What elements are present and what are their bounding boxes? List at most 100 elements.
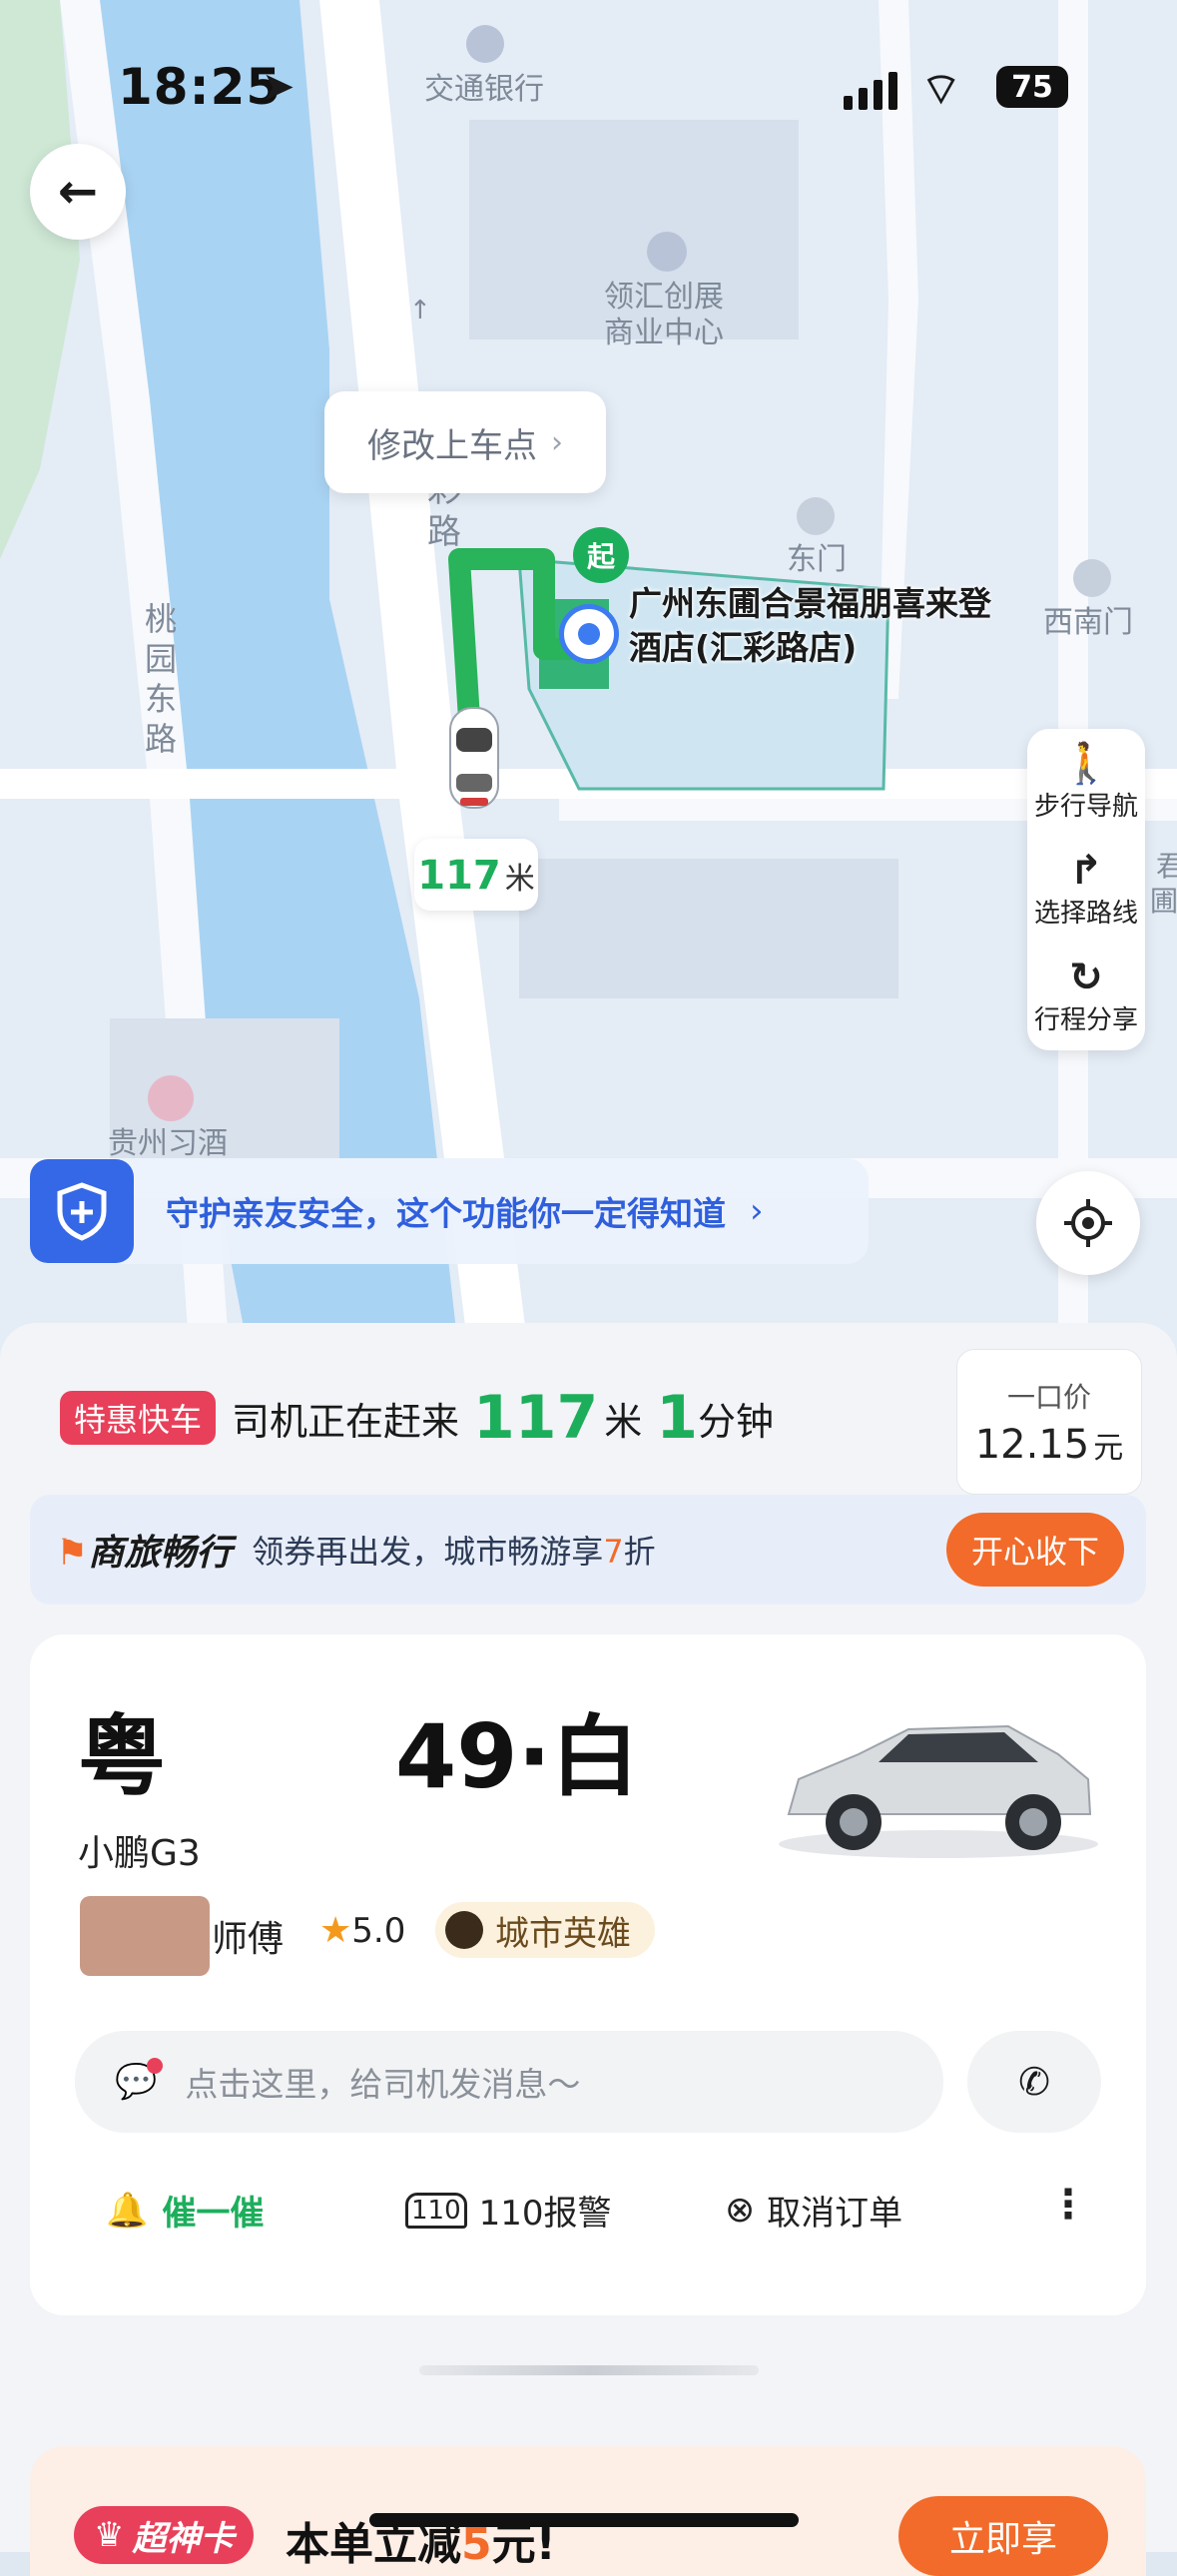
promo-text-before: 领券再出发，城市畅游享 <box>252 1533 604 1571</box>
bottom-promo-banner[interactable]: ♛ 超神卡 本单立减5元! 立即享 <box>30 2446 1146 2576</box>
cancel-icon: ⊗ <box>725 2190 756 2231</box>
driver-tag: 城市英雄 <box>435 1902 655 1958</box>
hotel-name-line1: 广州东圃合景福朋喜来登 <box>629 584 991 623</box>
gate-icon <box>797 497 835 535</box>
urge-label: 催一催 <box>162 2194 265 2234</box>
route-icon: ↱ <box>1069 848 1103 894</box>
price-unit: 元 <box>1093 1431 1124 1466</box>
promo-brand-icon: ⚑ <box>56 1533 89 1574</box>
wifi-icon: ⌔ <box>920 64 962 115</box>
hotel-label: 广州东圃合景福朋喜来登 酒店(汇彩路店) <box>629 582 991 670</box>
edge-label: 君 <box>1156 850 1177 883</box>
order-status-row: 特惠快车 司机正在赶来 117 米 1 分钟 <box>60 1383 774 1453</box>
cancel-label: 取消订单 <box>767 2194 903 2234</box>
promo-brand-text: 商旅畅行 <box>88 1533 233 1574</box>
plate-prefix: 粤 <box>78 1705 167 1808</box>
arrow-left-icon: ← <box>57 164 99 220</box>
share-icon: ↻ <box>1069 955 1103 1000</box>
map-poi-label: 领汇创展 <box>604 280 724 315</box>
eta-minutes-unit: 分钟 <box>698 1399 775 1444</box>
chevron-right-icon: › <box>750 1191 764 1231</box>
chevron-right-icon: › <box>551 424 563 460</box>
signal-icon <box>844 72 897 110</box>
promo-banner[interactable]: ⚑商旅畅行 领券再出发，城市畅游享7折 开心收下 <box>30 1495 1146 1605</box>
price-value: 12.15 <box>974 1422 1090 1468</box>
police-icon: 110 <box>405 2192 467 2229</box>
bell-icon: 🔔 <box>106 2190 149 2231</box>
plate-redacted <box>166 1706 395 1794</box>
locate-me-button[interactable] <box>1036 1171 1140 1275</box>
map-poi-label: 交通银行 <box>424 72 544 107</box>
crown-icon: ♛ <box>94 2515 125 2555</box>
order-sheet: 特惠快车 司机正在赶来 117 米 1 分钟 一口价 12.15 元 ⚑商旅畅行 … <box>0 1323 1177 2576</box>
police-label: 110报警 <box>478 2194 612 2234</box>
arrow-up-icon: ↑ <box>409 296 431 325</box>
hotel-name-line2: 酒店(汇彩路店) <box>629 628 858 667</box>
accept-coupon-button[interactable]: 开心收下 <box>946 1513 1124 1587</box>
gate-icon <box>1073 559 1111 597</box>
driver-tag-text: 城市英雄 <box>495 1913 631 1954</box>
shield-icon <box>30 1159 134 1263</box>
urge-button[interactable]: 🔔 催一催 <box>106 2186 264 2235</box>
battery-icon: 75 <box>996 66 1068 108</box>
share-trip-label: 行程分享 <box>1033 1005 1138 1035</box>
call-police-button[interactable]: 110 110报警 <box>405 2186 612 2235</box>
driver-car-icon <box>449 707 499 809</box>
license-plate: 粤 49·白 <box>78 1686 639 1813</box>
location-arrow-icon: ➤ <box>262 64 295 110</box>
edit-pickup-label: 修改上车点 <box>367 425 537 466</box>
more-vertical-icon: ⋮ <box>1048 2182 1088 2228</box>
promo-text: 领券再出发，城市畅游享7折 <box>252 1527 655 1573</box>
super-card-badge: ♛ 超神卡 <box>74 2506 255 2564</box>
edit-pickup-button[interactable]: 修改上车点 › <box>324 391 606 493</box>
edge-label: 圃 <box>1150 885 1177 918</box>
target-icon <box>1064 1199 1112 1247</box>
status-time: 18:25 <box>118 58 283 116</box>
safety-banner[interactable]: 守护亲友安全，这个功能你一定得知道 › <box>30 1158 869 1264</box>
chat-icon: 💬 <box>115 2058 164 2102</box>
start-marker: 起 <box>573 527 629 583</box>
car-model: 小鹏G3 <box>78 1833 201 1874</box>
star-icon: ★ <box>319 1910 352 1951</box>
shop-icon <box>148 1075 194 1121</box>
promo-text-after: 折 <box>623 1533 656 1571</box>
map-view[interactable]: 交通银行 领汇创展 商业中心 ↑ 彩路 桃园东路 东门 西南门 贵州习酒 君 圃… <box>0 0 1177 1358</box>
promo-brand: ⚑商旅畅行 <box>56 1524 232 1576</box>
enjoy-now-button[interactable]: 立即享 <box>898 2496 1108 2576</box>
distance-unit: 米 <box>504 862 535 897</box>
promo-discount: 7 <box>603 1533 624 1571</box>
ride-type-badge: 特惠快车 <box>60 1391 217 1445</box>
choose-route-button[interactable]: ↱ 选择路线 <box>1027 836 1145 943</box>
hero-badge-icon <box>445 1911 483 1949</box>
driver-avatar[interactable] <box>80 1896 210 1976</box>
mall-icon <box>647 232 687 272</box>
plate-suffix: 49·白 <box>395 1705 639 1808</box>
gate-label: 西南门 <box>1043 605 1133 640</box>
walk-navigation-button[interactable]: 🚶 步行导航 <box>1027 729 1145 836</box>
loading-indicator <box>419 2365 759 2375</box>
phone-icon: ✆ <box>1018 2060 1050 2104</box>
cancel-order-button[interactable]: ⊗ 取消订单 <box>725 2186 902 2235</box>
more-options-button[interactable]: ⋮ <box>1048 2182 1088 2228</box>
home-indicator <box>369 2513 799 2527</box>
price-box[interactable]: 一口价 12.15 元 <box>956 1349 1142 1495</box>
driver-rating: ★ 5.0 <box>319 1910 405 1951</box>
gate-label: 东门 <box>787 542 847 577</box>
super-card-label: 超神卡 <box>132 2518 235 2559</box>
eta-distance: 117 <box>473 1383 599 1453</box>
back-button[interactable]: ← <box>30 144 126 240</box>
walk-icon: 🚶 <box>1061 741 1111 787</box>
eta-minutes: 1 <box>656 1383 699 1453</box>
user-location-icon <box>559 604 619 664</box>
map-poi-label: 商业中心 <box>604 316 724 350</box>
call-driver-button[interactable]: ✆ <box>967 2031 1101 2133</box>
message-driver-input[interactable]: 💬 点击这里，给司机发消息～ <box>75 2031 943 2133</box>
order-status-text: 司机正在赶来 <box>232 1399 460 1444</box>
distance-chip: 117 米 <box>414 839 538 911</box>
map-poi-label: 贵州习酒 <box>108 1126 228 1161</box>
share-trip-button[interactable]: ↻ 行程分享 <box>1027 943 1145 1049</box>
eta-distance-unit: 米 <box>604 1399 643 1444</box>
rating-value: 5.0 <box>351 1910 406 1951</box>
battery-level: 75 <box>1011 69 1053 105</box>
distance-value: 117 <box>417 853 501 899</box>
